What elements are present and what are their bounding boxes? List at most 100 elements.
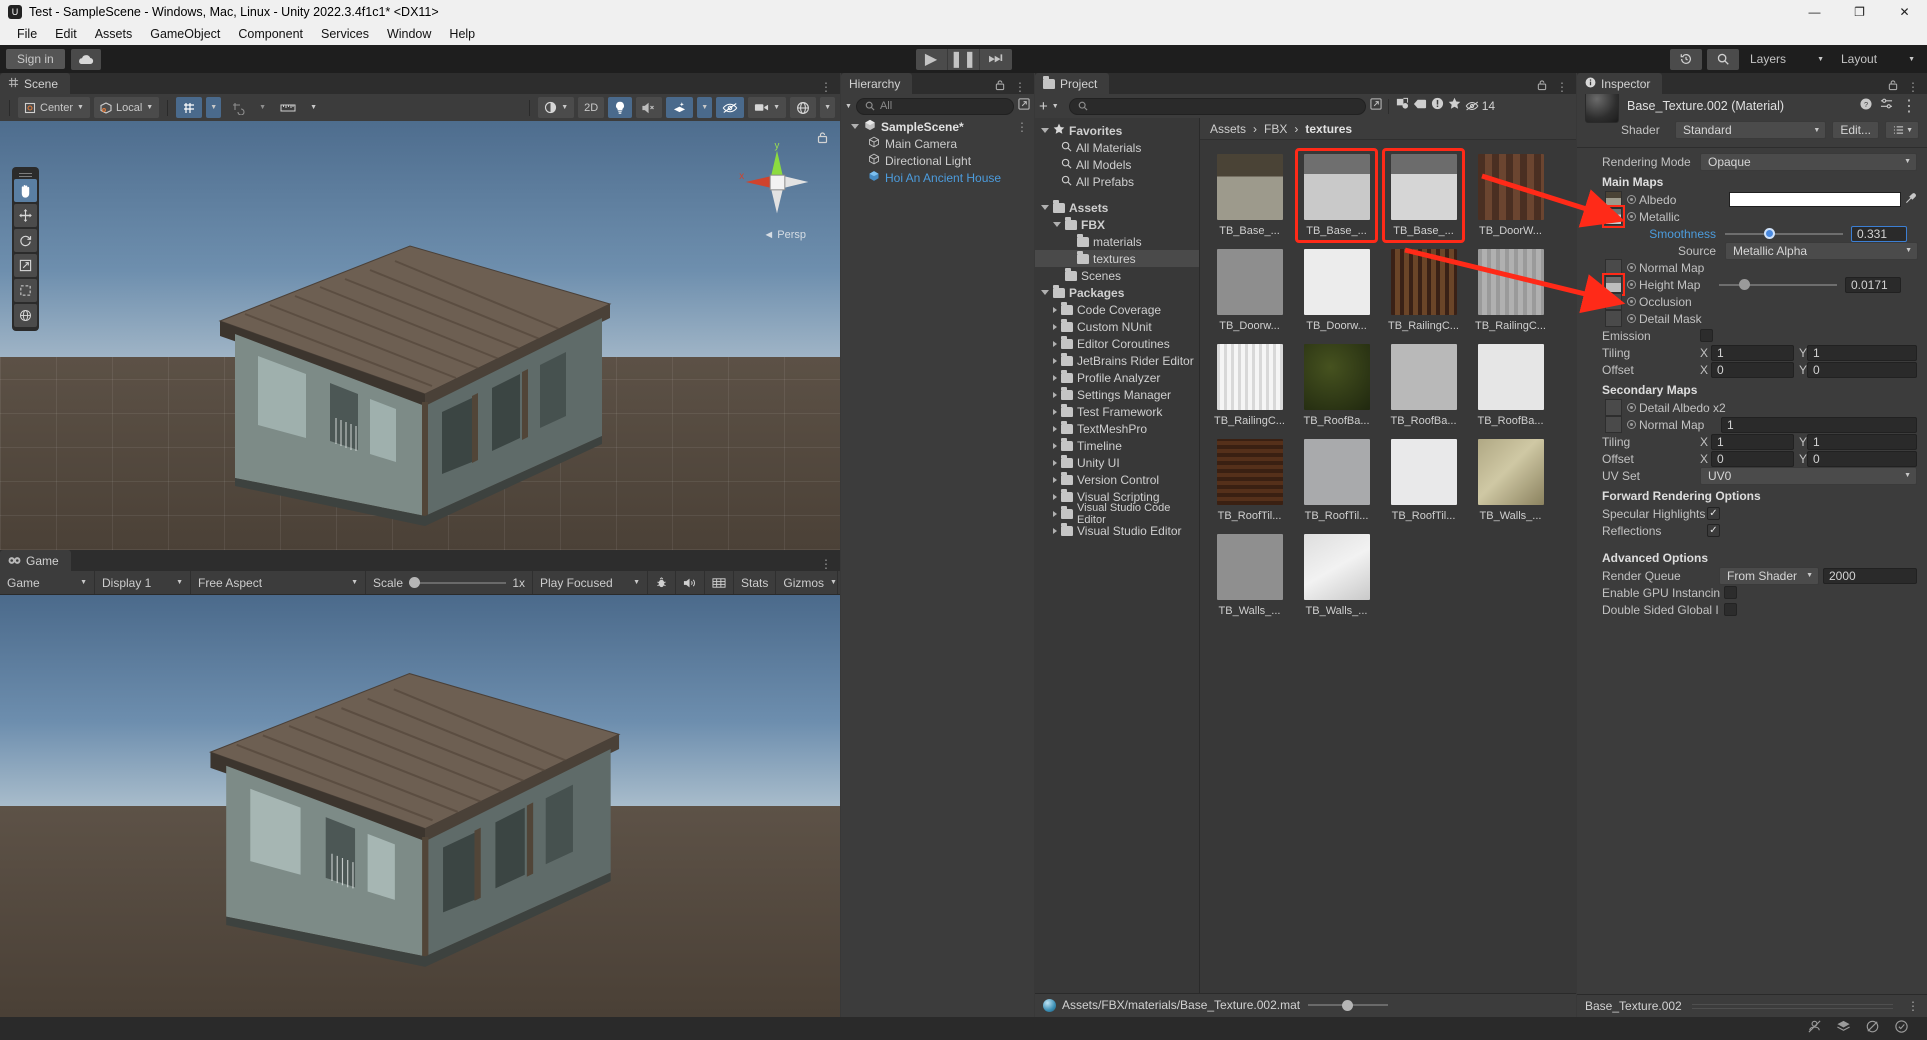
help-icon[interactable]: ? (1860, 97, 1872, 115)
occlusion-texture-slot[interactable] (1605, 293, 1622, 310)
chevron-right-icon[interactable] (1053, 340, 1057, 347)
edit-shader-button[interactable]: Edit... (1832, 121, 1879, 139)
tools-drag-handle[interactable] (19, 171, 32, 177)
stats-button[interactable]: Stats (734, 571, 777, 594)
chevron-right-icon[interactable] (1053, 476, 1057, 483)
project-tree-version-control[interactable]: Version Control (1035, 471, 1199, 488)
asset-cell[interactable]: TB_RoofTil... (1297, 435, 1376, 526)
scale-slider-knob[interactable] (409, 577, 421, 588)
move-tool[interactable] (14, 204, 37, 227)
snap-increment-icon[interactable] (225, 97, 251, 118)
menu-help[interactable]: Help (440, 25, 484, 43)
hierarchy-search-input[interactable]: All (855, 97, 1014, 115)
hierarchy-options-icon[interactable]: ⋮ (1014, 80, 1026, 94)
asset-cell[interactable]: TB_Doorw... (1297, 245, 1376, 336)
chevron-right-icon[interactable] (1053, 510, 1057, 517)
chevron-down-icon[interactable] (1041, 290, 1049, 295)
project-tree-jetbrains-rider-editor[interactable]: JetBrains Rider Editor (1035, 352, 1199, 369)
transform-tool[interactable] (14, 304, 37, 327)
project-warning-icon[interactable] (1431, 97, 1444, 115)
audio-mute-icon[interactable] (636, 97, 663, 118)
project-tree-editor-coroutines[interactable]: Editor Coroutines (1035, 335, 1199, 352)
gizmos-dropdown[interactable]: Gizmos ▼ (776, 571, 839, 594)
project-tree-code-coverage[interactable]: Code Coverage (1035, 301, 1199, 318)
tab-inspector[interactable]: Inspector (1577, 73, 1663, 94)
project-tree-assets[interactable]: Assets (1035, 199, 1199, 216)
project-tree-favorites[interactable]: Favorites (1035, 122, 1199, 139)
rotate-tool[interactable] (14, 229, 37, 252)
asset-cell[interactable]: TB_Base_... (1210, 150, 1289, 241)
chevron-right-icon[interactable] (1053, 374, 1057, 381)
secondary-normal-toggle-icon[interactable] (1627, 420, 1636, 429)
shaded-icon[interactable]: ▼ (538, 97, 575, 118)
project-search-input[interactable] (1068, 97, 1366, 115)
project-options-icon[interactable]: ⋮ (1556, 80, 1568, 94)
inspector-footer-menu-icon[interactable]: ⋮ (1907, 999, 1919, 1013)
check-circle-icon[interactable] (1894, 1019, 1909, 1039)
pause-button[interactable]: ❚❚ (947, 48, 980, 70)
scene-projection-label[interactable]: ◄ Persp (763, 229, 806, 241)
asset-cell[interactable]: TB_Doorw... (1210, 245, 1289, 336)
gizmos-bug-icon[interactable] (648, 571, 676, 594)
asset-cell[interactable]: TB_Base_... (1295, 148, 1378, 243)
smoothness-slider[interactable] (1725, 226, 1843, 242)
asset-cell[interactable]: TB_Walls_... (1471, 435, 1550, 526)
metallic-texture-slot[interactable] (1602, 205, 1625, 228)
normal-map-texture-slot[interactable] (1605, 259, 1622, 276)
menu-assets[interactable]: Assets (86, 25, 142, 43)
no-sync-icon[interactable] (1865, 1019, 1880, 1039)
ruler-icon[interactable] (274, 97, 302, 118)
ruler-dropdown[interactable]: ▼ (306, 97, 321, 118)
inspector-lock-icon[interactable] (1888, 79, 1898, 94)
project-tree-textures[interactable]: textures (1035, 250, 1199, 267)
occlusion-toggle-icon[interactable] (1627, 297, 1636, 306)
chevron-down-icon[interactable] (1041, 128, 1049, 133)
scene-viewport[interactable]: y x ◄ Persp (0, 121, 840, 550)
project-hidden-count[interactable]: 14 (1465, 99, 1495, 113)
asset-cell[interactable]: TB_RoofBa... (1471, 340, 1550, 431)
snap-increment-dropdown[interactable]: ▼ (255, 97, 270, 118)
grid-snap-dropdown[interactable]: ▼ (206, 97, 222, 118)
shader-dropdown[interactable]: Standard ▼ (1675, 121, 1827, 139)
hierarchy-item-hoi-an-ancient-house[interactable]: Hoi An Ancient House (841, 169, 1034, 186)
render-queue-value-field[interactable]: 2000 (1823, 567, 1917, 584)
menu-window[interactable]: Window (378, 25, 440, 43)
metallic-toggle-icon[interactable] (1627, 212, 1636, 221)
layout-dropdown[interactable]: Layout ▼ (1835, 50, 1921, 68)
play-button[interactable]: ▶ (915, 48, 948, 70)
step-button[interactable]: ⏭ (979, 48, 1012, 70)
breadcrumb-textures[interactable]: textures (1305, 122, 1352, 136)
frame-debugger-icon[interactable] (705, 571, 734, 594)
project-search-expand-icon[interactable] (1370, 97, 1382, 115)
asset-cell[interactable]: TB_RailingC... (1471, 245, 1550, 336)
albedo-texture-slot[interactable] (1605, 191, 1622, 208)
project-tree-test-framework[interactable]: Test Framework (1035, 403, 1199, 420)
project-tree-all-models[interactable]: All Models (1035, 156, 1199, 173)
gizmos-dropdown[interactable]: ▼ (820, 97, 835, 118)
scene-orientation-gizmo[interactable]: y x (728, 133, 826, 231)
chevron-right-icon[interactable] (1053, 306, 1057, 313)
albedo-toggle-icon[interactable] (1627, 195, 1636, 204)
audio-icon[interactable] (676, 571, 705, 594)
hidden-objects-icon[interactable] (716, 97, 745, 118)
project-tree-fbx[interactable]: FBX (1035, 216, 1199, 233)
detail-mask-toggle-icon[interactable] (1627, 314, 1636, 323)
tab-hierarchy[interactable]: Hierarchy (841, 73, 913, 94)
tab-game[interactable]: Game (0, 550, 71, 571)
source-dropdown[interactable]: Metallic Alpha ▼ (1725, 241, 1918, 260)
preset-icon[interactable] (1880, 97, 1893, 115)
scene-options-icon[interactable]: ⋮ (820, 80, 832, 94)
maximize-button[interactable]: ❐ (1837, 0, 1882, 23)
scene-kebab-icon[interactable]: ⋮ (1016, 120, 1034, 134)
scene-model-hoi-an-ancient-house[interactable] (210, 226, 630, 536)
chevron-right-icon[interactable] (1053, 323, 1057, 330)
game-target-dropdown[interactable]: Game ▼ (0, 571, 95, 594)
project-tree-settings-manager[interactable]: Settings Manager (1035, 386, 1199, 403)
sec-offset-x-field[interactable]: 0 (1711, 450, 1794, 467)
inspector-options-icon[interactable]: ⋮ (1907, 80, 1919, 94)
height-map-toggle-icon[interactable] (1627, 280, 1636, 289)
tiling-x-field[interactable]: 1 (1711, 344, 1794, 361)
project-filter-label-icon[interactable] (1413, 97, 1427, 115)
project-tree-timeline[interactable]: Timeline (1035, 437, 1199, 454)
scene-lock-icon[interactable] (817, 131, 828, 149)
